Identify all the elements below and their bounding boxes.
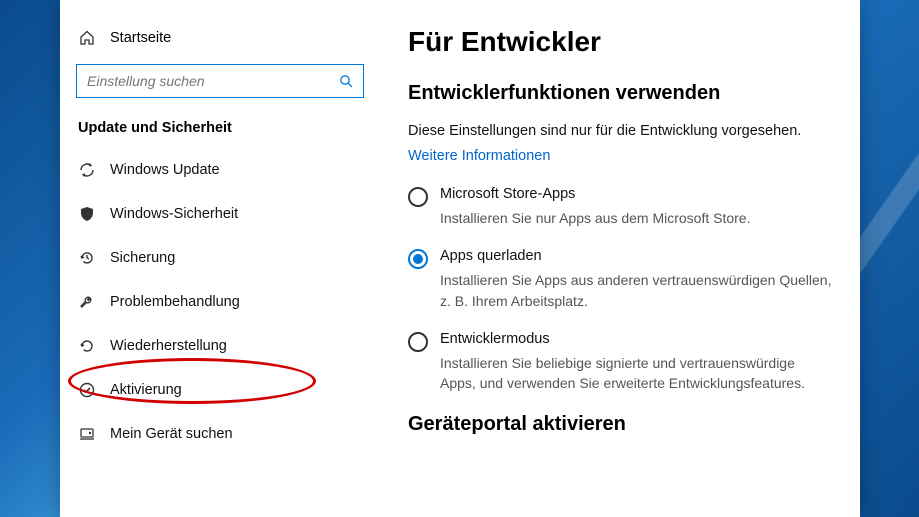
- search-box[interactable]: [76, 64, 364, 98]
- sidebar-item-windows-security[interactable]: Windows-Sicherheit: [60, 192, 380, 236]
- radio-icon: [408, 249, 428, 269]
- sidebar-item-backup[interactable]: Sicherung: [60, 236, 380, 280]
- page-title: Für Entwickler: [408, 26, 832, 58]
- radio-option-sideload[interactable]: Apps querladen Installieren Sie Apps aus…: [408, 248, 832, 311]
- settings-window: Startseite Update und Sicherheit Windows…: [60, 0, 860, 517]
- sidebar-item-recovery[interactable]: Wiederherstellung: [60, 324, 380, 368]
- sidebar-item-label: Aktivierung: [110, 382, 182, 398]
- location-icon: [78, 425, 96, 443]
- sidebar-item-label: Problembehandlung: [110, 294, 240, 310]
- backup-icon: [78, 249, 96, 267]
- sidebar-item-label: Sicherung: [110, 250, 175, 266]
- sidebar-item-label: Windows Update: [110, 162, 220, 178]
- sidebar-section-title: Update und Sicherheit: [60, 114, 380, 148]
- sync-icon: [78, 161, 96, 179]
- home-button[interactable]: Startseite: [60, 20, 380, 64]
- sidebar-item-activation[interactable]: Aktivierung: [60, 368, 380, 412]
- radio-description: Installieren Sie Apps aus anderen vertra…: [440, 270, 832, 311]
- radio-description: Installieren Sie nur Apps aus dem Micros…: [440, 208, 750, 228]
- search-icon[interactable]: [335, 74, 357, 88]
- radio-icon: [408, 332, 428, 352]
- sidebar-item-windows-update[interactable]: Windows Update: [60, 148, 380, 192]
- more-info-link[interactable]: Weitere Informationen: [408, 148, 550, 164]
- radio-icon: [408, 187, 428, 207]
- search-input[interactable]: [87, 73, 335, 89]
- content-area: Für Entwickler Entwicklerfunktionen verw…: [380, 0, 860, 517]
- sidebar-item-label: Windows-Sicherheit: [110, 206, 238, 222]
- radio-description: Installieren Sie beliebige signierte und…: [440, 353, 832, 394]
- section-heading-developer-features: Entwicklerfunktionen verwenden: [408, 82, 832, 105]
- sidebar-item-label: Wiederherstellung: [110, 338, 227, 354]
- sidebar-item-find-device[interactable]: Mein Gerät suchen: [60, 412, 380, 456]
- developer-mode-radio-group: Microsoft Store-Apps Installieren Sie nu…: [408, 186, 832, 393]
- radio-option-developer-mode[interactable]: Entwicklermodus Installieren Sie beliebi…: [408, 331, 832, 394]
- radio-option-store-apps[interactable]: Microsoft Store-Apps Installieren Sie nu…: [408, 186, 832, 228]
- sidebar: Startseite Update und Sicherheit Windows…: [60, 0, 380, 517]
- sidebar-item-troubleshoot[interactable]: Problembehandlung: [60, 280, 380, 324]
- radio-label: Entwicklermodus: [440, 331, 832, 347]
- sidebar-item-label: Mein Gerät suchen: [110, 426, 233, 442]
- home-icon: [78, 30, 96, 46]
- check-circle-icon: [78, 381, 96, 399]
- recovery-icon: [78, 337, 96, 355]
- shield-icon: [78, 205, 96, 223]
- section-description: Diese Einstellungen sind nur für die Ent…: [408, 123, 832, 139]
- radio-label: Microsoft Store-Apps: [440, 186, 750, 202]
- radio-label: Apps querladen: [440, 248, 832, 264]
- home-label: Startseite: [110, 30, 171, 46]
- section-heading-device-portal: Geräteportal aktivieren: [408, 413, 832, 436]
- wrench-icon: [78, 293, 96, 311]
